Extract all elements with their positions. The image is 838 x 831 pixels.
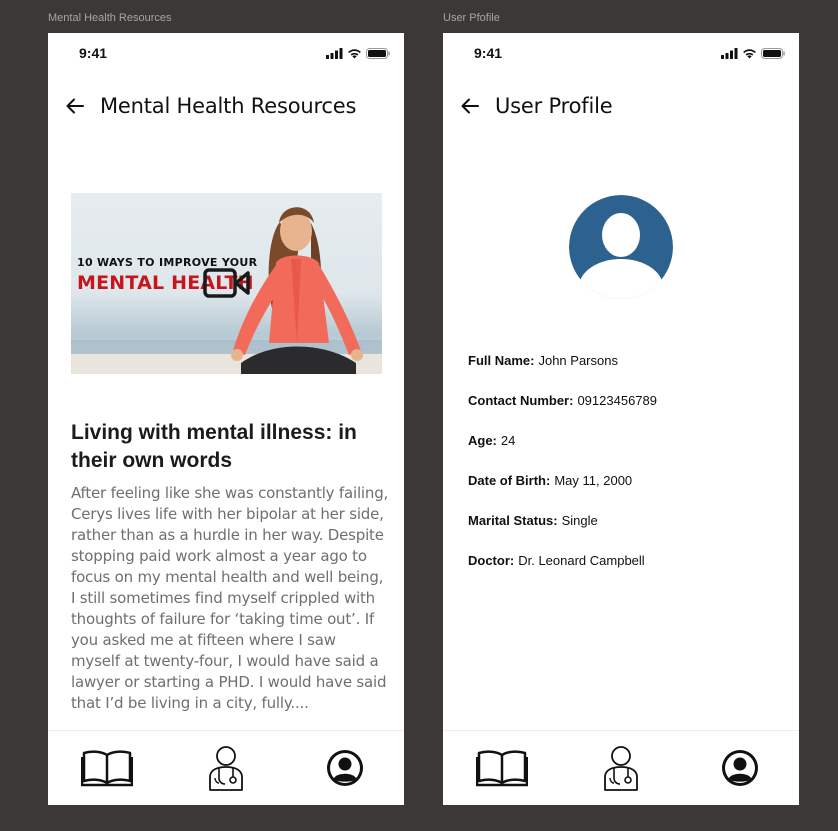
wifi-icon	[743, 48, 756, 58]
doctor-icon	[604, 746, 638, 791]
book-icon	[81, 750, 134, 787]
field-label: Contact Number:	[468, 393, 574, 408]
battery-icon	[366, 47, 390, 59]
frame-label-resources: Mental Health Resources	[48, 12, 172, 24]
profile-icon	[326, 750, 363, 786]
video-camera-icon[interactable]	[202, 267, 250, 299]
field-label: Marital Status:	[468, 513, 558, 528]
frame-label-profile: User Pfofile	[443, 12, 500, 24]
tab-doctor[interactable]	[591, 743, 651, 793]
page-title: User Profile	[495, 94, 613, 118]
field-value: May 11, 2000	[554, 473, 633, 488]
status-time: 9:41	[474, 45, 503, 61]
profile-screen: 9:41 User Profile Full Name: John Parson…	[443, 33, 799, 805]
tab-resources[interactable]	[77, 743, 137, 793]
article-title[interactable]: Living with mental illness: in their own…	[71, 419, 391, 475]
profile-icon	[721, 750, 758, 786]
profile-fields: Full Name: John Parsons Contact Number: …	[468, 353, 788, 593]
signal-icon	[326, 47, 343, 59]
field-value: 09123456789	[577, 393, 657, 408]
status-icons	[721, 47, 785, 59]
nav-header: Mental Health Resources	[62, 91, 394, 121]
signal-icon	[721, 47, 738, 59]
status-time: 9:41	[79, 45, 108, 61]
field-value: John Parsons	[538, 353, 618, 368]
field-label: Age:	[468, 433, 497, 448]
status-bar: 9:41	[443, 33, 799, 73]
tab-resources[interactable]	[472, 743, 532, 793]
field-date-of-birth: Date of Birth: May 11, 2000	[468, 473, 788, 513]
field-label: Full Name:	[468, 353, 535, 368]
back-arrow-icon[interactable]	[64, 95, 86, 117]
tab-profile[interactable]	[315, 743, 375, 793]
book-icon	[476, 750, 529, 787]
article-body: After feeling like she was constantly fa…	[71, 484, 389, 712]
field-full-name: Full Name: John Parsons	[468, 353, 788, 393]
wifi-icon	[348, 48, 361, 58]
field-value: Dr. Leonard Campbell	[518, 553, 645, 568]
status-icons	[326, 47, 390, 59]
field-label: Doctor:	[468, 553, 515, 568]
hero-video-thumbnail[interactable]: 10 WAYS TO IMPROVE YOUR MENTAL HEALTH	[71, 193, 382, 374]
status-bar: 9:41	[48, 33, 404, 73]
tab-profile[interactable]	[710, 743, 770, 793]
field-contact-number: Contact Number: 09123456789	[468, 393, 788, 433]
tab-doctor[interactable]	[196, 743, 256, 793]
field-value: 24	[500, 433, 516, 448]
resources-screen: 9:41 Mental Health Resources 10 WAYS TO …	[48, 33, 404, 805]
doctor-icon	[209, 746, 243, 791]
field-age: Age: 24	[468, 433, 788, 473]
field-marital-status: Marital Status: Single	[468, 513, 788, 553]
field-value: Single	[561, 513, 598, 528]
back-arrow-icon[interactable]	[459, 95, 481, 117]
battery-icon	[761, 47, 785, 59]
page-title: Mental Health Resources	[100, 94, 357, 118]
field-doctor: Doctor: Dr. Leonard Campbell	[468, 553, 788, 593]
user-avatar-icon	[569, 195, 673, 299]
tab-bar	[48, 730, 404, 805]
nav-header: User Profile	[457, 91, 789, 121]
field-label: Date of Birth:	[468, 473, 551, 488]
tab-bar	[443, 730, 799, 805]
